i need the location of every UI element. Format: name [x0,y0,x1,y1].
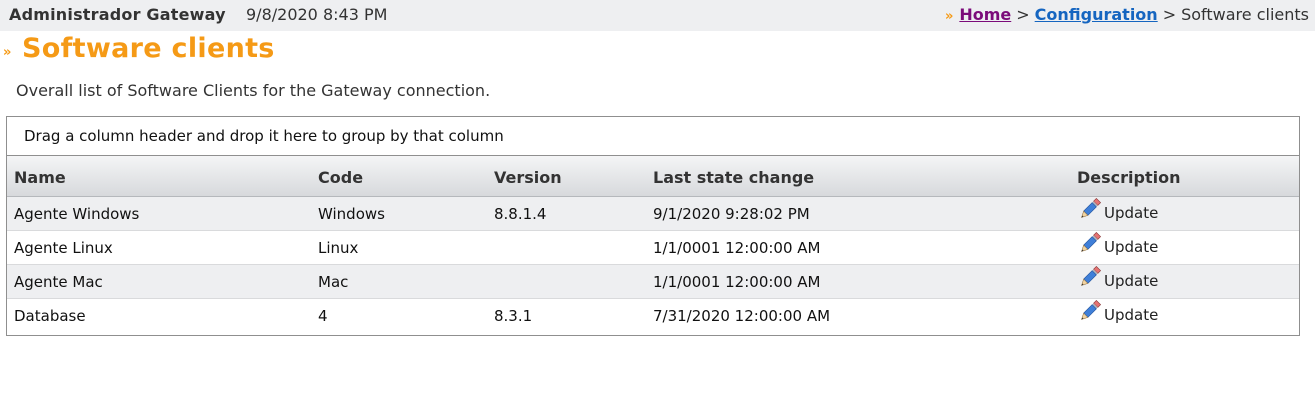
breadcrumb-separator: > [1162,5,1177,24]
update-link[interactable]: Update [1077,231,1159,260]
cell-last-state-change: 7/31/2020 12:00:00 AM [653,307,831,325]
update-link[interactable]: Update [1077,265,1159,294]
column-header-name[interactable]: Name [14,168,66,187]
pencil-icon [1081,197,1102,218]
breadcrumb-home-link[interactable]: Home [959,5,1011,24]
pencil-icon [1081,265,1102,286]
cell-name: Agente Windows [14,205,140,223]
update-label: Update [1104,204,1159,222]
page-description: Overall list of Software Clients for the… [16,81,491,100]
table-row: Agente Windows Windows 8.8.1.4 9/1/2020 … [7,197,1299,231]
app-title: Administrador Gateway [9,5,226,24]
column-header-version[interactable]: Version [494,168,562,187]
top-bar: Administrador Gateway 9/8/2020 8:43 PM »… [0,0,1315,31]
update-label: Update [1104,238,1159,256]
table-row: Database 4 8.3.1 7/31/2020 12:00:00 AM U… [7,299,1299,332]
cell-name: Agente Linux [14,239,113,257]
cell-last-state-change: 9/1/2020 9:28:02 PM [653,205,810,223]
table-row: Agente Linux Linux 1/1/0001 12:00:00 AM … [7,231,1299,265]
update-link[interactable]: Update [1077,197,1159,226]
cell-code: 4 [318,307,328,325]
pencil-icon [1081,231,1102,252]
cell-last-state-change: 1/1/0001 12:00:00 AM [653,273,821,291]
cell-version: 8.8.1.4 [494,205,547,223]
column-header-code[interactable]: Code [318,168,363,187]
group-by-panel[interactable]: Drag a column header and drop it here to… [7,117,1299,156]
breadcrumb-configuration-link[interactable]: Configuration [1035,5,1158,24]
cell-name: Agente Mac [14,273,103,291]
cell-version: 8.3.1 [494,307,533,325]
software-clients-grid: Drag a column header and drop it here to… [6,116,1300,336]
cell-code: Linux [318,239,359,257]
current-datetime: 9/8/2020 8:43 PM [246,5,388,24]
update-label: Update [1104,306,1159,324]
column-header-description[interactable]: Description [1077,168,1180,187]
update-link[interactable]: Update [1077,299,1159,328]
double-chevron-right-icon: » [3,45,12,60]
breadcrumb: » Home > Configuration > Software clients [945,5,1309,24]
column-header-last-state-change[interactable]: Last state change [653,168,814,187]
pencil-icon [1081,299,1102,320]
breadcrumb-current: Software clients [1181,5,1309,24]
breadcrumb-separator: > [1016,5,1030,24]
cell-code: Mac [318,273,349,291]
cell-name: Database [14,307,86,325]
grid-header-row: Name Code Version Last state change Desc… [7,156,1299,197]
table-row: Agente Mac Mac 1/1/0001 12:00:00 AM Upda… [7,265,1299,299]
page-title: Software clients [22,33,275,64]
update-label: Update [1104,272,1159,290]
double-chevron-right-icon: » [944,9,954,24]
group-by-hint: Drag a column header and drop it here to… [24,127,504,145]
cell-last-state-change: 1/1/0001 12:00:00 AM [653,239,821,257]
cell-code: Windows [318,205,385,223]
